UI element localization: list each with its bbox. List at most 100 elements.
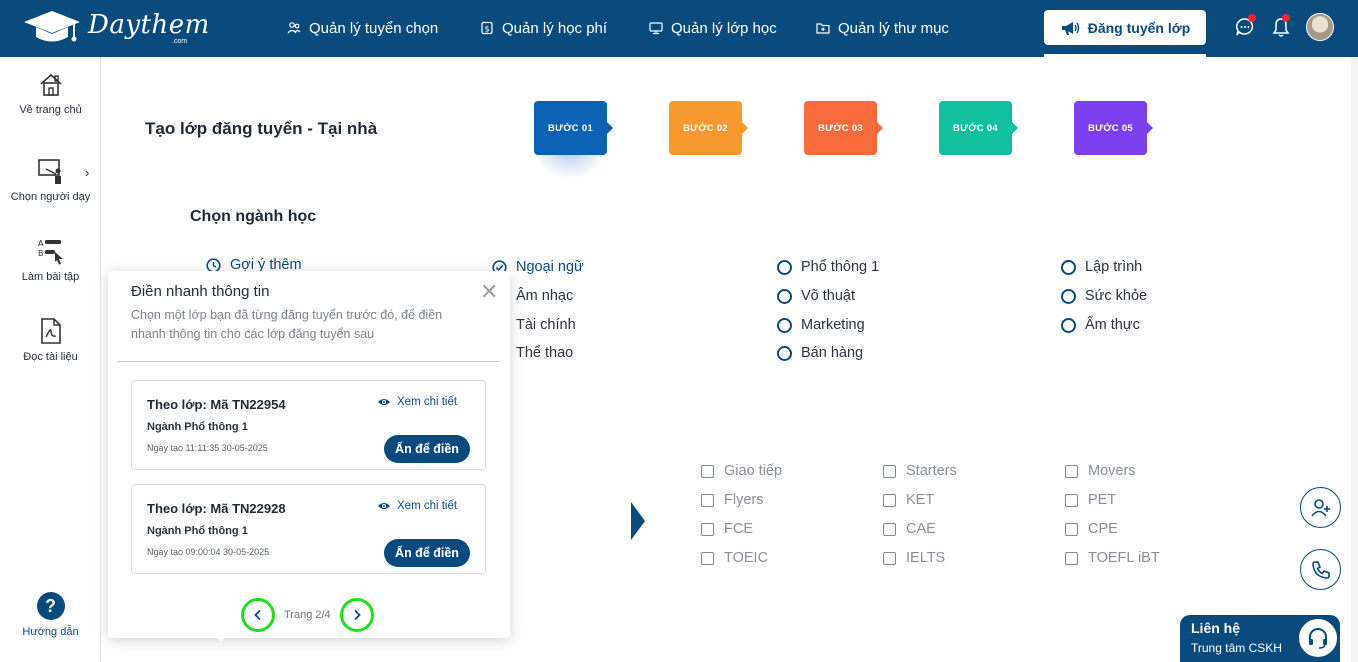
radio-button[interactable] <box>777 288 792 304</box>
checkbox[interactable] <box>883 493 896 507</box>
step-4[interactable]: BƯỚC 04 <box>939 101 1018 155</box>
step-3[interactable]: BƯỚC 03 <box>804 101 883 155</box>
fill-button[interactable]: Ấn để điền <box>384 539 470 567</box>
page-title: Tạo lớp đăng tuyển - Tại nhà <box>145 119 378 138</box>
radio-button[interactable] <box>777 317 792 333</box>
major-option[interactable]: Lập trình <box>1061 259 1142 275</box>
nav-classes[interactable]: Quản lý lớp học <box>649 17 777 39</box>
checkbox[interactable] <box>1065 493 1078 507</box>
major-option[interactable]: Sức khỏe <box>1061 288 1147 304</box>
view-details-link[interactable]: Xem chi tiết <box>377 500 457 512</box>
monitor-icon <box>649 22 663 35</box>
next-page-button[interactable] <box>340 598 374 632</box>
add-user-button[interactable] <box>1300 487 1341 528</box>
card-title: Theo lớp: Mã TN22928 <box>147 501 286 516</box>
major-label: Ẩm thực <box>1085 317 1140 333</box>
subject-label: Giao tiếp <box>724 463 783 479</box>
contact-widget[interactable]: Liên hệ Trung tâm CSKH <box>1180 615 1340 662</box>
chevron-right-icon[interactable]: › <box>85 165 89 180</box>
sidebar-item-choose-teacher[interactable]: Chọn người dạy <box>0 157 101 203</box>
subject-checkbox[interactable]: PET <box>1065 492 1116 508</box>
subject-label: TOEIC <box>724 550 769 566</box>
notification-button[interactable] <box>1270 14 1292 38</box>
subject-checkbox[interactable]: TOEIC <box>701 550 768 566</box>
sidebar-item-exercises[interactable]: AB Làm bài tập <box>0 237 101 283</box>
checkbox[interactable] <box>701 551 714 565</box>
sidebar-item-label: Hướng dẫn <box>22 626 79 638</box>
major-option[interactable]: Marketing <box>777 317 865 333</box>
svg-text:$: $ <box>484 25 489 34</box>
subject-checkbox[interactable]: CPE <box>1065 521 1118 537</box>
subject-checkbox[interactable]: FCE <box>701 521 753 537</box>
major-label: Võ thuật <box>801 288 856 304</box>
help-icon: ? <box>36 592 65 620</box>
major-label: Phổ thông 1 <box>801 259 880 275</box>
radio-button[interactable] <box>1061 288 1076 304</box>
view-details-link[interactable]: Xem chi tiết <box>377 396 457 408</box>
checkbox[interactable] <box>1065 551 1078 565</box>
checkbox[interactable] <box>883 551 896 565</box>
subject-checkbox[interactable]: Giao tiếp <box>701 463 782 479</box>
active-indicator <box>1044 54 1206 57</box>
subject-checkbox[interactable]: IELTS <box>883 550 945 566</box>
logo-text: Daythem <box>88 10 210 40</box>
major-label: Lập trình <box>1085 259 1143 275</box>
nav-label: Quản lý học phí <box>502 19 608 37</box>
checkbox[interactable] <box>701 464 714 478</box>
sidebar-item-documents[interactable]: Đọc tài liệu <box>0 317 101 363</box>
subject-checkbox[interactable]: Movers <box>1065 463 1136 479</box>
radio-button[interactable] <box>777 345 792 361</box>
step-1[interactable]: BƯỚC 01 <box>534 101 613 155</box>
avatar[interactable] <box>1306 13 1334 41</box>
step-5[interactable]: BƯỚC 05 <box>1074 101 1153 155</box>
checkbox[interactable] <box>1065 522 1078 536</box>
step-label: BƯỚC 02 <box>682 122 728 134</box>
step-2[interactable]: BƯỚC 02 <box>669 101 748 155</box>
radio-button[interactable] <box>1061 317 1076 333</box>
subject-checkbox[interactable]: Flyers <box>701 492 763 508</box>
radio-button[interactable] <box>1061 259 1076 275</box>
close-icon[interactable]: ✕ <box>480 281 498 303</box>
logo[interactable]: Daythem .com <box>22 8 209 48</box>
chevron-right-icon <box>354 609 361 621</box>
step-label: BƯỚC 05 <box>1087 122 1133 134</box>
subject-checkbox[interactable]: CAE <box>883 521 936 537</box>
sidebar-item-help[interactable]: ? Hướng dẫn <box>0 592 101 638</box>
fill-button[interactable]: Ấn để điền <box>384 435 470 463</box>
major-option[interactable]: Ẩm thực <box>1061 317 1140 333</box>
major-option[interactable]: Bán hàng <box>777 345 863 361</box>
folder-icon <box>816 23 830 34</box>
nav-tuition[interactable]: $ Quản lý học phí <box>480 17 607 39</box>
prev-page-button[interactable] <box>241 598 275 632</box>
major-option[interactable]: Võ thuật <box>777 288 855 304</box>
chat-button[interactable] <box>1234 14 1256 38</box>
checkbox[interactable] <box>701 493 714 507</box>
view-details-label: Xem chi tiết <box>397 396 458 408</box>
checkbox[interactable] <box>701 522 714 536</box>
sidebar-item-home[interactable]: Về trang chủ <box>0 72 101 116</box>
subject-label: FCE <box>724 521 753 537</box>
scrollbar[interactable] <box>1351 57 1358 662</box>
post-button-label: Đăng tuyển lớp <box>1087 19 1191 36</box>
checkbox[interactable] <box>1065 464 1078 478</box>
post-class-button[interactable]: Đăng tuyển lớp <box>1044 10 1206 45</box>
nav-folders[interactable]: Quản lý thư mục <box>816 17 949 39</box>
radio-button[interactable] <box>777 259 792 275</box>
subject-checkbox[interactable]: Starters <box>883 463 957 479</box>
card-major: Ngành Phổ thông 1 <box>147 421 248 433</box>
card-date: Ngày tạo 11:11:35 30-05-2025 <box>147 443 268 453</box>
subject-checkbox[interactable]: TOEFL iBT <box>1065 550 1160 566</box>
nav-recruitment[interactable]: Quản lý tuyển chọn <box>287 17 438 39</box>
sidebar-item-label: Đọc tài liệu <box>23 351 78 363</box>
eye-icon <box>378 503 390 509</box>
major-label: Marketing <box>801 317 865 333</box>
major-option[interactable]: Phổ thông 1 <box>777 259 879 275</box>
headset-icon <box>1297 617 1339 659</box>
people-icon <box>287 22 301 34</box>
call-button[interactable] <box>1300 549 1341 590</box>
checkbox[interactable] <box>883 464 896 478</box>
subject-checkbox[interactable]: KET <box>883 492 934 508</box>
section-title: Chọn ngành học <box>190 208 317 225</box>
checkbox[interactable] <box>883 522 896 536</box>
sidebar-item-label: Làm bài tập <box>21 271 80 283</box>
